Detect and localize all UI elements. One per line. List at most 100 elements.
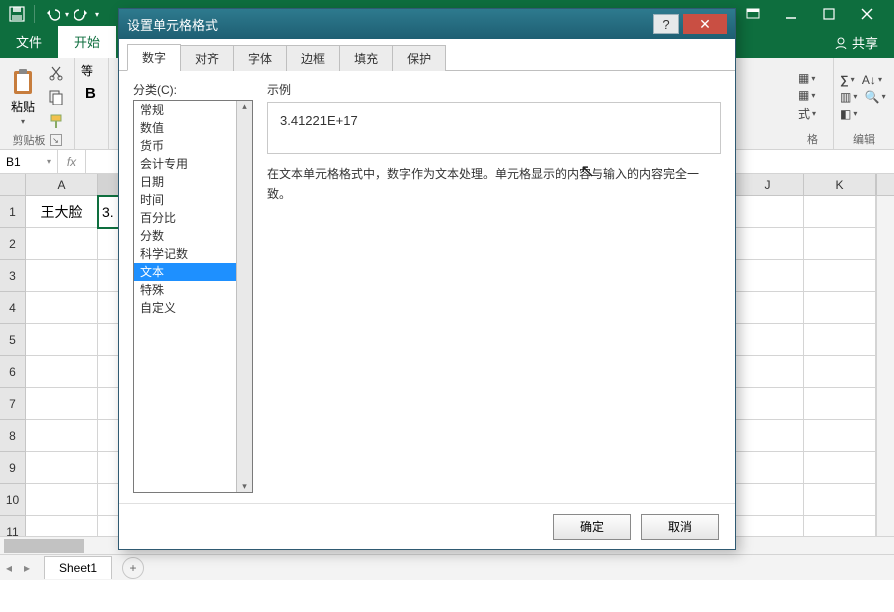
- row-header[interactable]: 4: [0, 292, 26, 324]
- category-item[interactable]: 文本: [134, 263, 252, 281]
- category-item[interactable]: 常规: [134, 101, 252, 119]
- cell[interactable]: [26, 452, 98, 484]
- cell[interactable]: [26, 324, 98, 356]
- cell[interactable]: [804, 324, 876, 356]
- cell[interactable]: [732, 292, 804, 324]
- fill-icon[interactable]: ▥: [840, 90, 851, 104]
- fx-icon[interactable]: fx: [58, 150, 86, 173]
- autosum-icon[interactable]: ∑: [840, 73, 849, 87]
- cell[interactable]: [804, 452, 876, 484]
- dialog-tab[interactable]: 数字: [127, 44, 181, 71]
- clear-icon[interactable]: ◧: [840, 107, 851, 121]
- sheet-nav-prev-icon[interactable]: ◂: [0, 561, 18, 575]
- col-header-A[interactable]: A: [26, 174, 98, 195]
- category-item[interactable]: 会计专用: [134, 155, 252, 173]
- add-sheet-icon[interactable]: +: [122, 557, 144, 579]
- cell[interactable]: [732, 452, 804, 484]
- category-item[interactable]: 分数: [134, 227, 252, 245]
- tab-file[interactable]: 文件: [0, 26, 58, 58]
- col-header-J[interactable]: J: [732, 174, 804, 195]
- cancel-button[interactable]: 取消: [641, 514, 719, 540]
- cell[interactable]: [804, 420, 876, 452]
- row-header[interactable]: 3: [0, 260, 26, 292]
- paste-dropdown-icon[interactable]: ▾: [21, 117, 25, 126]
- row-header[interactable]: 10: [0, 484, 26, 516]
- sheet-tab[interactable]: Sheet1: [44, 556, 112, 579]
- delete-partial-icon[interactable]: ▦▾: [798, 88, 816, 102]
- row-header[interactable]: 9: [0, 452, 26, 484]
- select-all-corner[interactable]: [0, 174, 26, 195]
- row-header[interactable]: 1: [0, 196, 26, 228]
- cell[interactable]: [732, 324, 804, 356]
- row-header[interactable]: 6: [0, 356, 26, 388]
- format-partial-icon[interactable]: 式▾: [798, 105, 816, 122]
- row-header[interactable]: 8: [0, 420, 26, 452]
- cell[interactable]: [732, 228, 804, 260]
- dialog-tab[interactable]: 填充: [339, 45, 393, 71]
- cell[interactable]: [732, 484, 804, 516]
- format-painter-icon[interactable]: [44, 110, 68, 132]
- cell[interactable]: [804, 260, 876, 292]
- undo-dropdown-icon[interactable]: ▾: [65, 10, 69, 19]
- cut-icon[interactable]: [44, 62, 68, 84]
- maximize-icon[interactable]: [816, 3, 842, 25]
- share-button[interactable]: 共享: [818, 33, 894, 58]
- minimize-icon[interactable]: [778, 3, 804, 25]
- font-name-partial[interactable]: 等: [81, 62, 93, 79]
- bold-button[interactable]: B: [81, 85, 100, 102]
- redo-icon[interactable]: [71, 3, 93, 25]
- category-item[interactable]: 货币: [134, 137, 252, 155]
- cell[interactable]: [804, 356, 876, 388]
- cell[interactable]: [732, 356, 804, 388]
- insert-partial-icon[interactable]: ▦▾: [798, 71, 816, 85]
- copy-icon[interactable]: [44, 86, 68, 108]
- redo-dropdown-icon[interactable]: ▾: [95, 10, 99, 19]
- cell[interactable]: [26, 420, 98, 452]
- ribbon-options-icon[interactable]: [740, 3, 766, 25]
- cell[interactable]: 王大脸: [26, 196, 98, 228]
- cell[interactable]: [804, 484, 876, 516]
- cell[interactable]: [732, 260, 804, 292]
- listbox-scrollbar[interactable]: [236, 101, 252, 492]
- dialog-tab[interactable]: 保护: [392, 45, 446, 71]
- col-header-K[interactable]: K: [804, 174, 876, 195]
- row-header[interactable]: 5: [0, 324, 26, 356]
- cell[interactable]: [804, 228, 876, 260]
- close-icon[interactable]: [854, 3, 880, 25]
- tab-home[interactable]: 开始: [58, 26, 116, 58]
- dialog-tab[interactable]: 边框: [286, 45, 340, 71]
- cell[interactable]: [804, 196, 876, 228]
- cell[interactable]: [26, 228, 98, 260]
- undo-icon[interactable]: [41, 3, 63, 25]
- paste-button[interactable]: 粘贴 ▾: [6, 66, 40, 128]
- name-box[interactable]: B1 ▾: [0, 150, 58, 173]
- sheet-nav-next-icon[interactable]: ▸: [18, 561, 36, 575]
- cell[interactable]: [732, 420, 804, 452]
- cell[interactable]: [26, 260, 98, 292]
- category-item[interactable]: 数值: [134, 119, 252, 137]
- row-header[interactable]: 2: [0, 228, 26, 260]
- ok-button[interactable]: 确定: [553, 514, 631, 540]
- category-listbox[interactable]: 常规数值货币会计专用日期时间百分比分数科学记数文本特殊自定义: [133, 100, 253, 493]
- category-item[interactable]: 特殊: [134, 281, 252, 299]
- dialog-tab[interactable]: 字体: [233, 45, 287, 71]
- save-icon[interactable]: [6, 3, 28, 25]
- cell[interactable]: [732, 196, 804, 228]
- chevron-down-icon[interactable]: ▾: [47, 157, 51, 166]
- cell[interactable]: [804, 388, 876, 420]
- cell[interactable]: [26, 388, 98, 420]
- row-header[interactable]: 7: [0, 388, 26, 420]
- dialog-titlebar[interactable]: 设置单元格格式 ? ✕: [119, 9, 735, 39]
- category-item[interactable]: 时间: [134, 191, 252, 209]
- category-item[interactable]: 百分比: [134, 209, 252, 227]
- cell[interactable]: [732, 388, 804, 420]
- category-item[interactable]: 自定义: [134, 299, 252, 317]
- dialog-tab[interactable]: 对齐: [180, 45, 234, 71]
- find-icon[interactable]: 🔍: [865, 90, 880, 104]
- cell[interactable]: [26, 484, 98, 516]
- dialog-help-button[interactable]: ?: [653, 14, 679, 34]
- category-item[interactable]: 日期: [134, 173, 252, 191]
- cell[interactable]: [804, 292, 876, 324]
- clipboard-launcher-icon[interactable]: ↘: [50, 134, 62, 146]
- dialog-close-button[interactable]: ✕: [683, 14, 727, 34]
